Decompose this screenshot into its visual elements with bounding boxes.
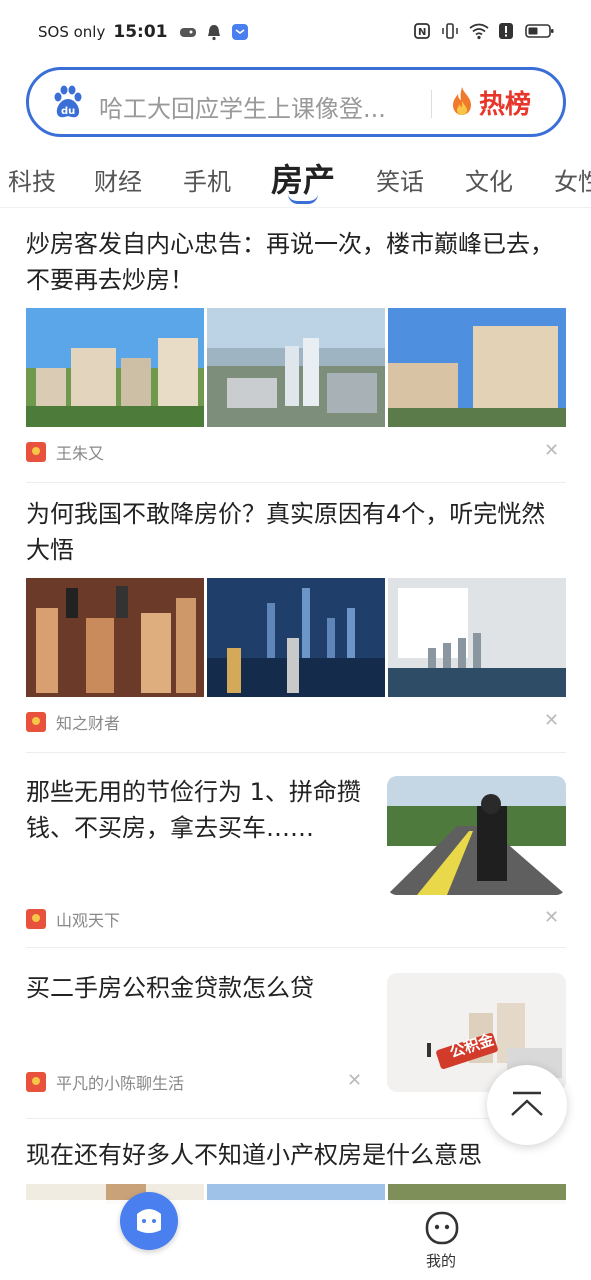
tab-culture[interactable]: 文化 bbox=[465, 162, 513, 197]
feed-image[interactable] bbox=[207, 308, 385, 427]
feed-image[interactable] bbox=[26, 308, 204, 427]
tab-jokes[interactable]: 笑话 bbox=[376, 162, 424, 197]
nfc-icon: N bbox=[413, 22, 431, 40]
clock: 15:01 bbox=[113, 22, 168, 42]
feed-item-images[interactable] bbox=[26, 578, 566, 697]
flame-icon bbox=[451, 86, 473, 120]
mine-tab-label[interactable]: 我的 bbox=[426, 1250, 456, 1271]
source-name: 知之财者 bbox=[56, 714, 121, 733]
red-envelope-icon bbox=[26, 909, 46, 929]
source-name: 山观天下 bbox=[56, 911, 121, 930]
search-input[interactable]: 哈工大回应学生上课像登... bbox=[99, 89, 419, 124]
close-icon[interactable]: ✕ bbox=[544, 907, 559, 928]
mine-tab[interactable] bbox=[424, 1210, 460, 1246]
feed-item-source[interactable]: 知之财者 bbox=[26, 710, 120, 734]
hot-list-label: 热榜 bbox=[479, 90, 532, 120]
feed-item-source[interactable]: 王朱又 bbox=[26, 440, 104, 464]
feed-item-images[interactable] bbox=[387, 776, 566, 895]
feed-item-title[interactable]: 为何我国不敢降房价？真实原因有4个，听完恍然大悟 bbox=[26, 496, 566, 568]
feed-item-title[interactable]: 现在还有好多人不知道小产权房是什么意思 bbox=[26, 1137, 566, 1173]
hot-list-button[interactable]: 热榜 bbox=[451, 84, 531, 121]
feed-item-title[interactable]: 那些无用的节俭行为 1、拼命攒钱、不买房，拿去买车…… bbox=[26, 774, 366, 846]
back-to-top-button[interactable] bbox=[487, 1065, 567, 1145]
close-icon[interactable]: ✕ bbox=[347, 1070, 362, 1091]
feed-divider bbox=[26, 947, 566, 948]
status-bar: SOS only 15:01 N bbox=[0, 0, 591, 62]
app-notification-icon bbox=[231, 23, 249, 41]
bell-icon bbox=[205, 23, 223, 41]
assistant-button[interactable] bbox=[120, 1192, 178, 1250]
feed-image[interactable] bbox=[387, 776, 566, 895]
feed-image[interactable] bbox=[26, 578, 204, 697]
feed-image[interactable] bbox=[388, 578, 566, 697]
tab-women[interactable]: 女性 bbox=[554, 162, 591, 197]
feed-image[interactable] bbox=[207, 578, 385, 697]
feed-divider bbox=[26, 482, 566, 483]
chevron-up-icon bbox=[511, 1091, 543, 1116]
battery-icon bbox=[525, 22, 555, 40]
vibrate-icon bbox=[441, 22, 459, 40]
search-bar[interactable]: du 哈工大回应学生上课像登... 热榜 bbox=[26, 67, 566, 137]
tab-tech[interactable]: 科技 bbox=[8, 162, 56, 197]
feed-item-source[interactable]: 山观天下 bbox=[26, 907, 120, 931]
feed-divider bbox=[26, 752, 566, 753]
tab-phone[interactable]: 手机 bbox=[183, 162, 231, 197]
feed-item-title[interactable]: 买二手房公积金贷款怎么贷 bbox=[26, 970, 366, 1006]
svg-text:du: du bbox=[61, 106, 75, 117]
game-controller-icon bbox=[179, 23, 197, 41]
alert-icon bbox=[497, 22, 515, 40]
red-envelope-icon bbox=[26, 712, 46, 732]
close-icon[interactable]: ✕ bbox=[544, 710, 559, 731]
wifi-icon bbox=[469, 22, 489, 40]
feed-item-images[interactable] bbox=[26, 308, 566, 427]
tab-finance[interactable]: 财经 bbox=[94, 162, 142, 197]
bottom-nav bbox=[0, 1200, 591, 1280]
carrier-label: SOS only bbox=[38, 23, 106, 41]
feed-divider bbox=[26, 1118, 566, 1119]
search-divider bbox=[431, 90, 432, 118]
svg-text:N: N bbox=[418, 27, 426, 38]
profile-face-icon bbox=[425, 1211, 459, 1245]
feed-image[interactable] bbox=[388, 308, 566, 427]
source-name: 王朱又 bbox=[56, 444, 105, 463]
baidu-paw-icon: du bbox=[51, 85, 85, 121]
assistant-face-icon bbox=[137, 1209, 161, 1233]
source-name: 平凡的小陈聊生活 bbox=[56, 1074, 185, 1093]
feed-item-source[interactable]: 平凡的小陈聊生活 bbox=[26, 1070, 184, 1094]
feed-item-title[interactable]: 炒房客发自内心忠告：再说一次，楼市巅峰已去，不要再去炒房！ bbox=[26, 226, 566, 298]
close-icon[interactable]: ✕ bbox=[544, 440, 559, 461]
red-envelope-icon bbox=[26, 442, 46, 462]
red-envelope-icon bbox=[26, 1072, 46, 1092]
